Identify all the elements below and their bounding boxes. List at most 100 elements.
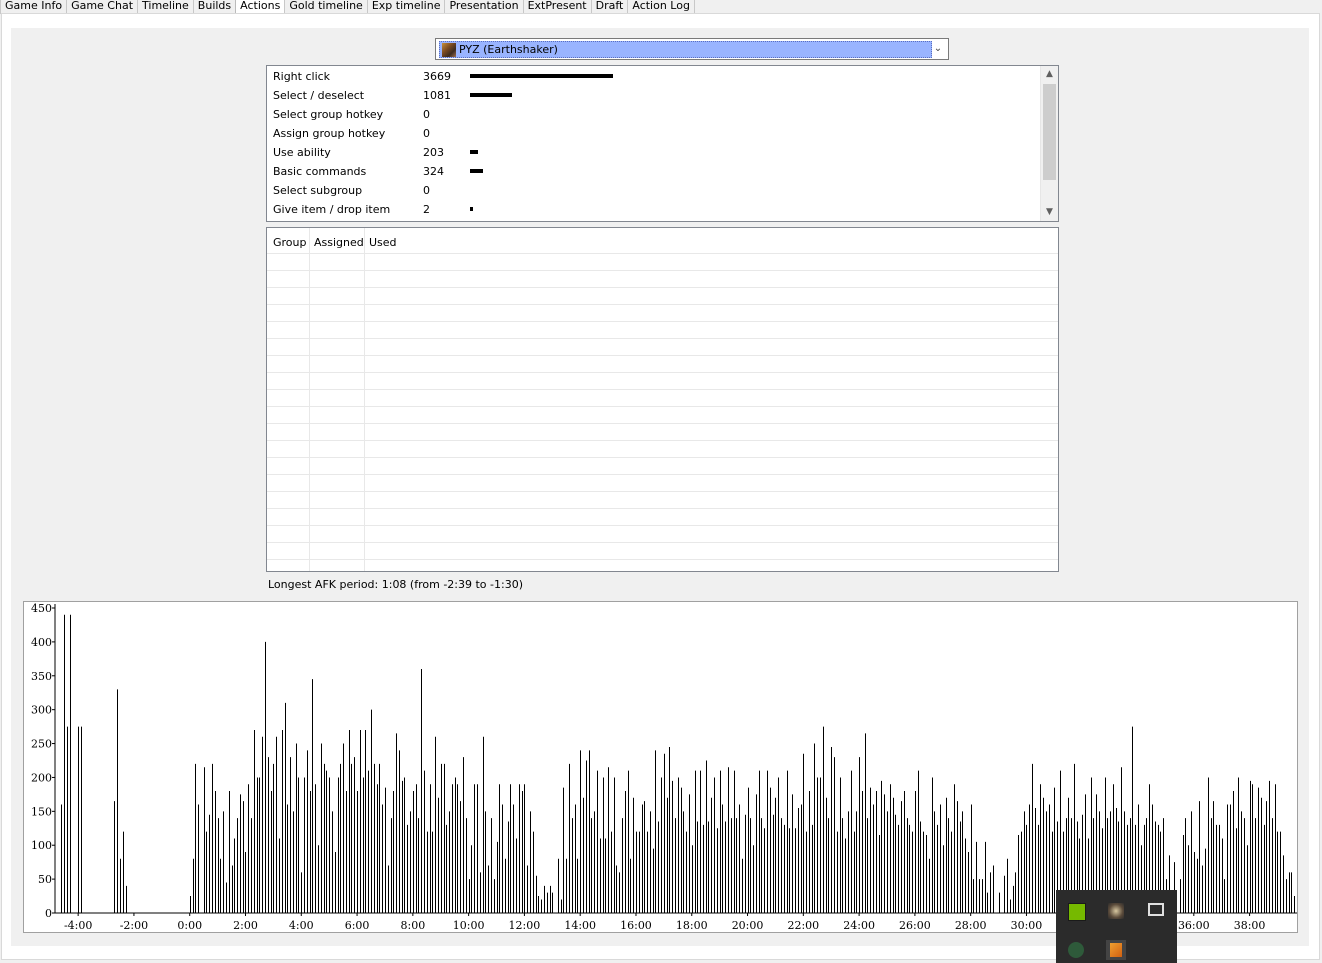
y-tick-label: 150 <box>31 805 52 818</box>
nvidia-tray-icon[interactable] <box>1068 903 1086 921</box>
column-header-used[interactable]: Used <box>369 236 397 249</box>
tab-game-chat[interactable]: Game Chat <box>66 0 139 14</box>
action-name: Assign group hotkey <box>273 127 386 140</box>
tab-action-log[interactable]: Action Log <box>627 0 695 14</box>
action-name: Select group hotkey <box>273 108 384 121</box>
table-row-line <box>267 457 1058 458</box>
tab-presentation[interactable]: Presentation <box>444 0 524 14</box>
x-tick-label: 36:00 <box>1178 919 1210 932</box>
table-row-line <box>267 253 1058 254</box>
x-tick-label: 24:00 <box>843 919 875 932</box>
x-tick-label: 18:00 <box>676 919 708 932</box>
y-tick-label: 0 <box>45 907 52 920</box>
tab-gold-timeline[interactable]: Gold timeline <box>284 0 368 14</box>
earthshaker-portrait-icon <box>442 43 456 57</box>
y-tick-label: 300 <box>31 704 52 717</box>
y-tick-label: 400 <box>31 636 52 649</box>
scroll-down-arrow-icon[interactable]: ▼ <box>1041 204 1058 221</box>
y-tick-label: 250 <box>31 738 52 751</box>
tab-strip: Game Info Game Chat Timeline Builds Actions G… <box>0 0 695 15</box>
action-count: 2 <box>423 203 430 216</box>
action-name: Use ability <box>273 146 331 159</box>
scrollbar-thumb[interactable] <box>1043 84 1056 180</box>
chevron-down-icon[interactable]: ⌄ <box>930 41 946 57</box>
actions-scrollbar[interactable]: ▲ ▼ <box>1040 66 1058 221</box>
x-tick-label: -4:00 <box>64 919 92 932</box>
tab-extpresent[interactable]: ExtPresent <box>522 0 592 14</box>
action-row[interactable]: Assign group hotkey 0 <box>267 124 1037 143</box>
system-tray-popup <box>1056 890 1177 963</box>
actions-per-minute-chart: 0 50 100 150 200 250 300 350 400 450 -4:00 -2:00 0:0… <box>23 601 1298 933</box>
tab-timeline[interactable]: Timeline <box>137 0 194 14</box>
action-name: Right click <box>273 70 331 83</box>
afk-period-text: Longest AFK period: 1:08 (from -2:39 to … <box>268 578 523 591</box>
x-tick-label: 22:00 <box>787 919 819 932</box>
action-name: Basic commands <box>273 165 367 178</box>
x-tick-label: -2:00 <box>120 919 148 932</box>
action-count-bar <box>470 169 483 173</box>
action-count: 1081 <box>423 89 451 102</box>
x-tick-label: 30:00 <box>1011 919 1043 932</box>
column-header-group[interactable]: Group <box>273 236 307 249</box>
x-tick-label: 12:00 <box>509 919 541 932</box>
x-tick-label: 8:00 <box>400 919 425 932</box>
action-count: 0 <box>423 127 430 140</box>
table-row-line <box>267 491 1058 492</box>
active-app-tray-icon[interactable] <box>1106 940 1126 960</box>
column-divider <box>309 228 310 571</box>
y-tick-label: 200 <box>31 771 52 784</box>
action-row[interactable]: Select / deselect 1081 <box>267 86 1037 105</box>
x-tick-label: 6:00 <box>345 919 370 932</box>
x-tick-label: 4:00 <box>289 919 314 932</box>
x-tick-label: 20:00 <box>732 919 764 932</box>
action-row[interactable]: Basic commands 324 <box>267 162 1037 181</box>
tab-exp-timeline[interactable]: Exp timeline <box>366 0 446 14</box>
tab-draft[interactable]: Draft <box>590 0 629 14</box>
group-hotkey-table[interactable]: Group Assigned Used <box>266 227 1059 572</box>
orange-app-glyph <box>1110 943 1122 957</box>
table-row-line <box>267 423 1058 424</box>
table-row-line <box>267 559 1058 560</box>
table-row-line <box>267 525 1058 526</box>
tab-builds[interactable]: Builds <box>192 0 237 14</box>
action-name: Give item / drop item <box>273 203 391 216</box>
action-count-bar <box>470 207 473 211</box>
table-row-line <box>267 389 1058 390</box>
action-name: Select / deselect <box>273 89 365 102</box>
action-row[interactable]: Right click 3669 <box>267 67 1037 86</box>
column-divider <box>364 228 365 571</box>
x-tick-label: 0:00 <box>177 919 202 932</box>
action-count: 0 <box>423 108 430 121</box>
action-row[interactable]: Select group hotkey 0 <box>267 105 1037 124</box>
scroll-up-arrow-icon[interactable]: ▲ <box>1041 66 1058 83</box>
tab-game-info[interactable]: Game Info <box>0 0 68 14</box>
y-tick-label: 450 <box>31 602 52 615</box>
action-count: 324 <box>423 165 444 178</box>
action-row[interactable]: Use ability 203 <box>267 143 1037 162</box>
player-select-highlight: PYZ (Earthshaker) <box>439 41 932 58</box>
table-row-line <box>267 304 1058 305</box>
table-row-line <box>267 508 1058 509</box>
x-tick-label: 14:00 <box>564 919 596 932</box>
player-select-dropdown[interactable]: PYZ (Earthshaker) ⌄ <box>435 38 949 60</box>
action-count: 3669 <box>423 70 451 83</box>
chart-canvas: 0 50 100 150 200 250 300 350 400 450 -4:00 -2:00 0:0… <box>31 602 1297 932</box>
table-row-line <box>267 440 1058 441</box>
table-row-line <box>267 287 1058 288</box>
y-tick-label: 350 <box>31 670 52 683</box>
actions-list[interactable]: Right click 3669 Select / deselect 1081 Sele… <box>266 65 1059 222</box>
update-tray-icon[interactable] <box>1068 942 1084 958</box>
network-tray-icon[interactable] <box>1148 903 1164 916</box>
action-row[interactable]: Select subgroup 0 <box>267 181 1037 200</box>
app-tray-icon[interactable] <box>1108 903 1124 919</box>
action-count: 203 <box>423 146 444 159</box>
x-tick-label: 26:00 <box>899 919 931 932</box>
table-row-line <box>267 542 1058 543</box>
x-tick-label: 2:00 <box>233 919 258 932</box>
action-count: 0 <box>423 184 430 197</box>
column-header-assigned[interactable]: Assigned <box>314 236 364 249</box>
y-tick-label: 50 <box>38 873 52 886</box>
y-tick-label: 100 <box>31 839 52 852</box>
x-tick-label: 28:00 <box>955 919 987 932</box>
action-row[interactable]: Give item / drop item 2 <box>267 200 1037 219</box>
